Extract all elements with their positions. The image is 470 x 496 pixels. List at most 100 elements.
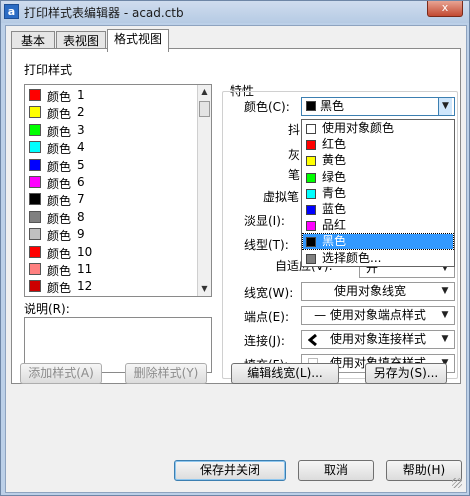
- color-swatch: [306, 237, 316, 248]
- list-item[interactable]: 颜色 5: [27, 157, 195, 174]
- style-name: 颜色: [47, 142, 72, 157]
- close-window-button[interactable]: x: [427, 1, 463, 17]
- title-bar[interactable]: a 打印样式表编辑器 - acad.ctb x: [1, 1, 469, 23]
- line-join-value: 使用对象连接样式: [329, 332, 426, 346]
- line-join-icon: [308, 334, 317, 346]
- color-swatch: [306, 188, 316, 199]
- list-item[interactable]: 颜色 8: [27, 209, 195, 226]
- color-swatch: [29, 89, 41, 101]
- dropdown-option[interactable]: 品红: [303, 218, 453, 233]
- dropdown-option[interactable]: 黑色: [302, 233, 454, 251]
- dropdown-option-label: 青色: [322, 185, 347, 200]
- dropdown-option[interactable]: 选择颜色...: [303, 251, 453, 266]
- list-item[interactable]: 颜色 2: [27, 104, 195, 122]
- style-name: 颜色: [47, 211, 72, 226]
- style-number: 6: [77, 175, 85, 189]
- style-number: 5: [77, 157, 85, 172]
- color-swatch: [29, 176, 41, 188]
- color-dropdown-list[interactable]: 使用对象颜色 红色 黄色绿色 青色蓝色 品红 黑色 选择颜色...: [301, 119, 455, 267]
- lineweight-combobox[interactable]: 使用对象线宽 ▼: [301, 282, 455, 301]
- chevron-down-icon[interactable]: ▼: [438, 98, 452, 115]
- style-number: 2: [77, 105, 85, 120]
- tab-form-view[interactable]: 格式视图: [107, 29, 169, 52]
- dropdown-option[interactable]: 蓝色: [303, 202, 453, 217]
- color-swatch: [306, 221, 316, 232]
- cancel-button[interactable]: 取消: [298, 460, 374, 481]
- color-swatch: [29, 245, 41, 258]
- color-swatch: [29, 228, 41, 241]
- autocad-app-icon: a: [4, 4, 19, 19]
- scroll-up-arrow-icon[interactable]: ▲: [198, 85, 211, 99]
- line-end-value: — 使用对象端点样式: [314, 308, 426, 322]
- chevron-down-icon[interactable]: ▼: [438, 331, 452, 348]
- line-join-combobox[interactable]: 使用对象连接样式 ▼: [301, 330, 455, 349]
- plot-style-editor-window: a 打印样式表编辑器 - acad.ctb x 基本 表视图 格式视图 打印样式…: [0, 0, 470, 496]
- color-swatch: [29, 210, 41, 223]
- resize-grip-icon[interactable]: [452, 478, 462, 488]
- delete-style-button[interactable]: 删除样式(Y): [125, 363, 207, 384]
- dither-label: 抖: [288, 123, 301, 137]
- color-combobox[interactable]: 黑色 ▼: [301, 97, 455, 116]
- dropdown-option[interactable]: 绿色: [303, 170, 453, 185]
- style-number: 9: [77, 227, 85, 242]
- dropdown-option[interactable]: 红色: [303, 137, 453, 152]
- style-number: 11: [77, 262, 93, 276]
- line-join-label: 连接(J):: [244, 334, 285, 348]
- style-name: 颜色: [47, 124, 72, 139]
- color-swatch: [29, 158, 41, 171]
- dropdown-option-label: 使用对象颜色: [322, 121, 395, 135]
- list-item[interactable]: 颜色 11: [27, 261, 195, 278]
- color-swatch: [29, 280, 41, 293]
- dropdown-option-label: 选择颜色...: [322, 250, 382, 265]
- lineweight-label: 线宽(W):: [244, 286, 294, 300]
- print-styles-scrollbar[interactable]: ▲ ▼: [197, 85, 211, 296]
- style-number: 10: [77, 244, 93, 259]
- print-styles-label: 打印样式: [24, 63, 73, 77]
- list-item[interactable]: 颜色 6: [27, 174, 195, 191]
- line-end-label: 端点(E):: [244, 310, 289, 324]
- dropdown-option-label: 黄色: [322, 153, 347, 168]
- list-item[interactable]: 颜色 10: [27, 244, 195, 261]
- save-and-close-button[interactable]: 保存并关闭: [174, 460, 286, 481]
- color-swatch: [29, 193, 41, 206]
- list-item[interactable]: 颜色 1: [27, 87, 195, 104]
- list-item[interactable]: 颜色 4: [27, 139, 195, 157]
- color-swatch: [29, 141, 41, 154]
- form-view-panel: 打印样式 颜色 1 颜色 2 颜色 3 颜色 4 颜色 5 颜色 6 颜色 7 颜色 8 颜色 9 颜色 10 颜色 11…: [11, 48, 461, 384]
- style-number: 12: [77, 279, 93, 294]
- line-end-combobox[interactable]: — 使用对象端点样式 ▼: [301, 306, 455, 325]
- color-swatch: [306, 124, 316, 134]
- add-style-button[interactable]: 添加样式(A): [20, 363, 102, 384]
- dropdown-option[interactable]: 青色: [303, 186, 453, 201]
- dropdown-option-label: 品红: [322, 218, 347, 233]
- scroll-down-arrow-icon[interactable]: ▼: [198, 282, 211, 296]
- style-name: 颜色: [47, 281, 72, 296]
- chevron-down-icon[interactable]: ▼: [438, 283, 452, 300]
- dropdown-option-label: 红色: [322, 137, 347, 152]
- dropdown-option[interactable]: 使用对象颜色: [303, 121, 453, 136]
- grayscale-label: 灰: [288, 148, 301, 162]
- style-name: 颜色: [47, 107, 72, 122]
- save-as-button[interactable]: 另存为(S)...: [365, 363, 447, 384]
- dropdown-option-label: 黑色: [322, 234, 347, 249]
- help-button[interactable]: 帮助(H): [386, 460, 462, 481]
- list-item[interactable]: 颜色 7: [27, 191, 195, 208]
- color-swatch: [306, 140, 316, 151]
- dialog-client-area: 基本 表视图 格式视图 打印样式 颜色 1 颜色 2 颜色 3 颜色 4 颜色 5 颜色 6 颜色 7 颜色…: [5, 25, 467, 493]
- window-title: 打印样式表编辑器 - acad.ctb: [24, 6, 184, 20]
- color-combo-swatch: [306, 101, 316, 111]
- print-styles-list[interactable]: 颜色 1 颜色 2 颜色 3 颜色 4 颜色 5 颜色 6 颜色 7 颜色 8 颜色 9 颜色 10 颜色 11 颜色 12 …: [24, 84, 212, 297]
- chevron-down-icon[interactable]: ▼: [438, 307, 452, 324]
- list-item[interactable]: 颜色 3: [27, 122, 195, 139]
- edit-lineweights-button[interactable]: 编辑线宽(L)...: [231, 363, 339, 384]
- style-name: 颜色: [47, 229, 72, 244]
- style-name: 颜色: [47, 177, 72, 191]
- style-number: 8: [77, 209, 85, 224]
- virtual-pen-label: 虚拟笔: [263, 190, 300, 204]
- scroll-thumb[interactable]: [199, 101, 210, 117]
- list-item[interactable]: 颜色 12: [27, 278, 195, 296]
- list-item[interactable]: 颜色 9: [27, 226, 195, 244]
- style-number: 4: [77, 140, 85, 155]
- dropdown-option[interactable]: 黄色: [303, 153, 453, 168]
- pen-number-label: 笔: [288, 168, 301, 182]
